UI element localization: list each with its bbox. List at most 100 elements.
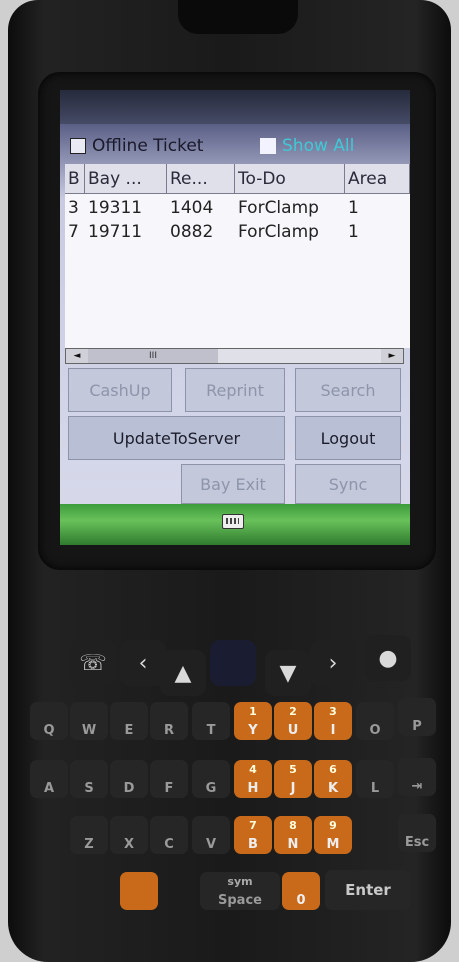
key-b[interactable]: 7B	[234, 816, 272, 854]
grid-body: 3 19311 1404 ForClamp 1 7 19711 0882 For…	[65, 194, 410, 244]
hardware-keypad: ☏ ‹ ▲ ▼ › ● Q W E R T 1Y 2U 3I O P A S D…	[20, 620, 440, 940]
key-k[interactable]: 6K	[314, 760, 352, 798]
scroll-left-button[interactable]: ◄	[66, 349, 88, 363]
key-i-label: I	[330, 723, 336, 738]
key-k-label: K	[327, 781, 339, 796]
cell-todo: ForClamp	[238, 198, 319, 218]
key-8-label: 8	[289, 819, 297, 832]
key-w[interactable]: W	[70, 702, 108, 740]
show-all-checkbox[interactable]: Show All	[260, 135, 354, 157]
ticket-grid[interactable]: B Bay ... Re... To-Do Area 3 19311 1404 …	[65, 164, 410, 348]
key-2-label: 2	[289, 705, 297, 718]
table-row[interactable]: 3 19311 1404 ForClamp 1	[65, 196, 410, 220]
tab-key-icon[interactable]: ⇥	[398, 758, 436, 796]
offline-ticket-label: Offline Ticket	[92, 136, 204, 156]
key-v[interactable]: V	[192, 816, 230, 854]
column-header-area[interactable]: Area	[345, 164, 410, 194]
up-arrow-icon[interactable]: ▲	[160, 650, 206, 696]
shift-key[interactable]	[120, 872, 158, 910]
offline-ticket-box[interactable]	[70, 138, 86, 154]
key-r[interactable]: R	[150, 702, 188, 740]
key-n[interactable]: 8N	[274, 816, 312, 854]
power-key[interactable]: ●	[365, 635, 411, 681]
scroll-track[interactable]	[218, 349, 381, 363]
key-j-label: J	[290, 781, 296, 796]
key-x[interactable]: X	[110, 816, 148, 854]
show-all-box[interactable]	[260, 138, 276, 154]
key-p[interactable]: P	[398, 698, 436, 736]
cell-re: 1404	[170, 198, 214, 218]
cell-re: 0882	[170, 222, 214, 242]
scroll-thumb[interactable]: III	[88, 349, 218, 363]
screen-top-band	[60, 90, 410, 124]
cashup-button[interactable]: CashUp	[68, 368, 172, 412]
sync-button[interactable]: Sync	[295, 464, 401, 504]
key-h-label: H	[247, 781, 259, 796]
reprint-button[interactable]: Reprint	[185, 368, 285, 412]
table-row[interactable]: 7 19711 0882 ForClamp 1	[65, 220, 410, 244]
key-t[interactable]: T	[192, 702, 230, 740]
column-header-bay[interactable]: Bay ...	[85, 164, 167, 194]
right-softkey[interactable]: ›	[310, 640, 356, 686]
key-b-label: B	[248, 837, 258, 852]
key-j[interactable]: 5J	[274, 760, 312, 798]
cell-bay: 19711	[88, 222, 143, 242]
key-n-label: N	[287, 837, 299, 852]
key-d[interactable]: D	[110, 760, 148, 798]
key-y[interactable]: 1Y	[234, 702, 272, 740]
cell-area: 1	[348, 198, 359, 218]
key-7-label: 7	[249, 819, 257, 832]
column-header-b[interactable]: B	[65, 164, 85, 194]
call-key[interactable]: ☏	[70, 640, 116, 686]
cell-b: 3	[68, 198, 79, 218]
space-key[interactable]: sym Space	[200, 872, 280, 910]
grid-header: B Bay ... Re... To-Do Area	[65, 164, 410, 194]
key-m[interactable]: 9M	[314, 816, 352, 854]
key-0[interactable]: 0	[282, 872, 320, 910]
cell-bay: 19311	[88, 198, 143, 218]
column-header-re[interactable]: Re...	[167, 164, 235, 194]
logout-button[interactable]: Logout	[295, 416, 401, 460]
column-header-todo[interactable]: To-Do	[235, 164, 345, 194]
key-m-label: M	[326, 837, 340, 852]
horizontal-scrollbar[interactable]: ◄ III ►	[65, 348, 404, 364]
keyboard-icon[interactable]	[222, 514, 244, 529]
key-h[interactable]: 4H	[234, 760, 272, 798]
key-4-label: 4	[249, 763, 257, 776]
enter-key[interactable]: Enter	[325, 870, 411, 910]
key-6-label: 6	[329, 763, 337, 776]
key-u-label: U	[287, 723, 299, 738]
key-g[interactable]: G	[192, 760, 230, 798]
key-1-label: 1	[249, 705, 257, 718]
key-9-label: 9	[329, 819, 337, 832]
space-label: Space	[218, 893, 262, 908]
down-arrow-icon[interactable]: ▼	[265, 650, 311, 696]
key-q[interactable]: Q	[30, 702, 68, 740]
key-z[interactable]: Z	[70, 816, 108, 854]
bay-exit-button[interactable]: Bay Exit	[181, 464, 285, 504]
key-s[interactable]: S	[70, 760, 108, 798]
cell-b: 7	[68, 222, 79, 242]
key-3-label: 3	[329, 705, 337, 718]
key-l[interactable]: L	[356, 760, 394, 798]
show-all-label: Show All	[282, 136, 355, 156]
offline-ticket-checkbox[interactable]: Offline Ticket	[70, 135, 203, 157]
update-to-server-button[interactable]: UpdateToServer	[68, 416, 285, 460]
center-select-key[interactable]	[210, 640, 256, 686]
esc-key[interactable]: Esc	[398, 814, 436, 852]
key-f[interactable]: F	[150, 760, 188, 798]
key-i[interactable]: 3I	[314, 702, 352, 740]
key-y-label: Y	[248, 723, 258, 738]
key-a[interactable]: A	[30, 760, 68, 798]
scroll-right-button[interactable]: ►	[381, 349, 403, 363]
cell-todo: ForClamp	[238, 222, 319, 242]
key-e[interactable]: E	[110, 702, 148, 740]
key-u[interactable]: 2U	[274, 702, 312, 740]
key-c[interactable]: C	[150, 816, 188, 854]
screen: Offline Ticket Show All B Bay ... Re... …	[60, 90, 410, 545]
key-o[interactable]: O	[356, 702, 394, 740]
cell-area: 1	[348, 222, 359, 242]
device-top-cap	[178, 0, 298, 34]
search-button[interactable]: Search	[295, 368, 401, 412]
sym-label: sym	[227, 875, 253, 888]
